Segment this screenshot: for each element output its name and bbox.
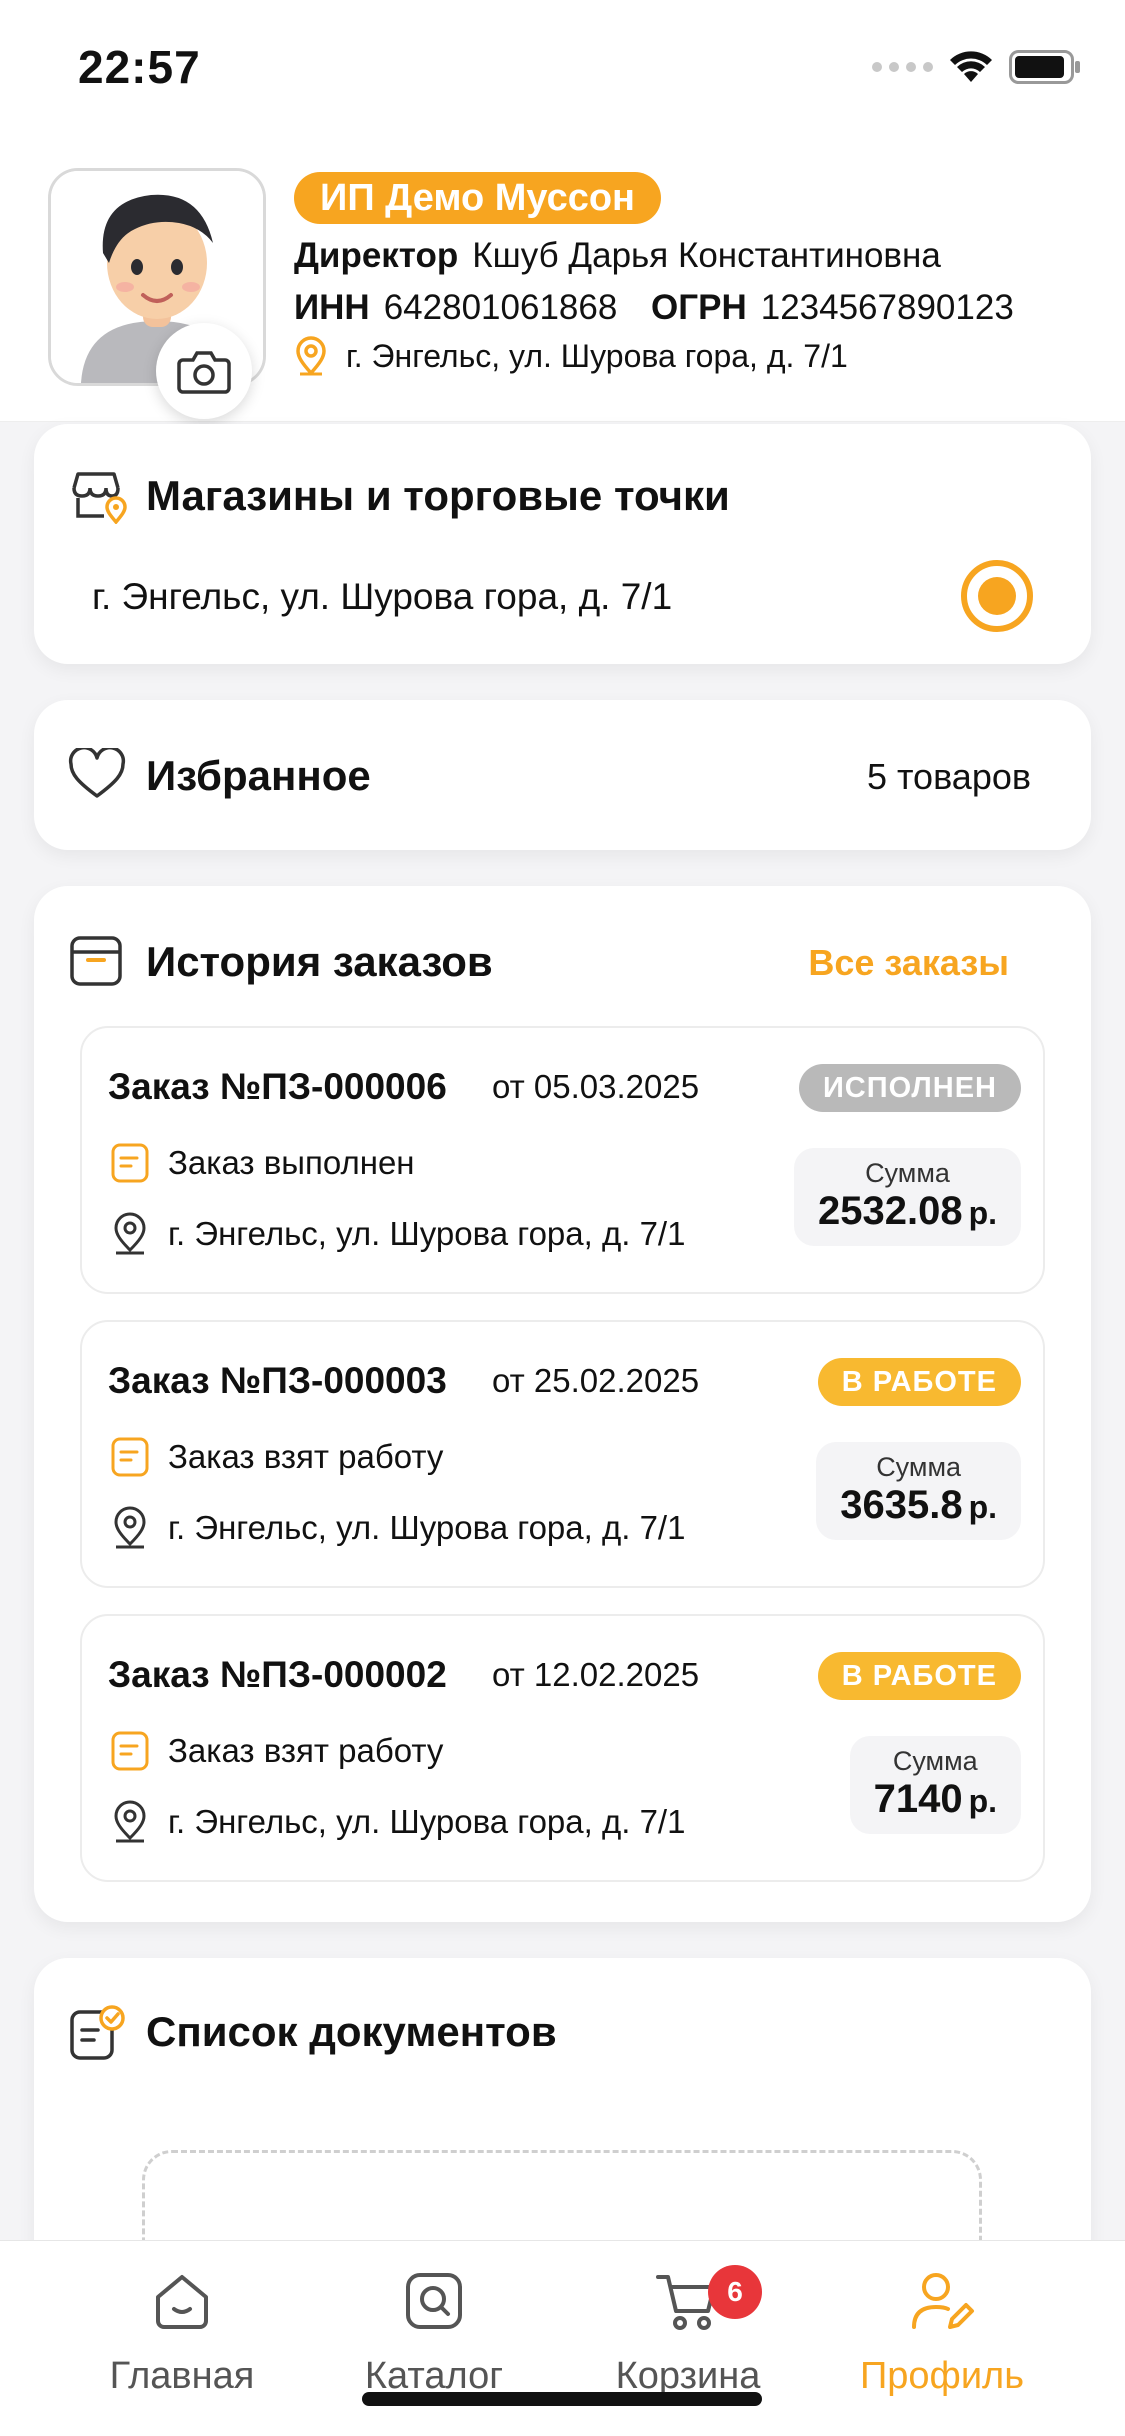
order-card[interactable]: Заказ №ПЗ-000002 от 12.02.2025 В РАБОТЕ … — [80, 1614, 1045, 1882]
sum-value: 3635.8 — [840, 1483, 963, 1527]
order-status-badge: В РАБОТЕ — [817, 1652, 1021, 1700]
sum-currency: р. — [968, 1489, 997, 1525]
favorites-card[interactable]: Избранное 5 товаров — [34, 700, 1091, 850]
sum-label: Сумма — [876, 1452, 962, 1482]
order-address-text: г. Энгельс, ул. Шурова гора, д. 7/1 — [168, 1803, 686, 1840]
heart-icon — [68, 748, 126, 798]
order-sum: Сумма 3635.8 р. — [816, 1442, 1021, 1540]
order-number: Заказ №ПЗ-000003 — [108, 1360, 447, 1401]
cellular-signal-icon — [872, 62, 933, 72]
order-status-row: Заказ взят работу — [110, 1436, 443, 1478]
order-sum: Сумма 2532.08 р. — [793, 1148, 1021, 1246]
sum-currency: р. — [968, 1783, 997, 1819]
order-address-text: г. Энгельс, ул. Шурова гора, д. 7/1 — [168, 1215, 686, 1252]
shop-radio-selected[interactable] — [961, 560, 1033, 632]
order-date: от 05.03.2025 — [492, 1068, 700, 1105]
profile-address-text: г. Энгельс, ул. Шурова гора, д. 7/1 — [346, 337, 848, 374]
status-icons — [872, 50, 1081, 84]
director-name: Кшуб Дарья Константиновна — [472, 236, 941, 275]
status-time: 22:57 — [78, 41, 201, 93]
documents-title: Список документов — [146, 2008, 557, 2055]
catalog-search-icon — [406, 2273, 462, 2329]
all-orders-link[interactable]: Все заказы — [808, 942, 1009, 984]
favorites-count: 5 товаров — [866, 756, 1031, 797]
document-icon — [111, 1143, 149, 1183]
shops-card[interactable]: Магазины и торговые точки г. Энгельс, ул… — [34, 424, 1091, 664]
battery-icon — [1009, 50, 1081, 84]
cart-count-badge: 6 — [708, 2265, 762, 2319]
order-status-text: Заказ выполнен — [168, 1144, 415, 1181]
box-icon — [70, 936, 122, 986]
order-number: Заказ №ПЗ-000002 — [108, 1654, 447, 1695]
order-status-row: Заказ выполнен — [110, 1142, 415, 1184]
sum-label: Сумма — [865, 1158, 950, 1188]
change-photo-button[interactable] — [156, 323, 252, 419]
director-label: Директор — [294, 236, 459, 275]
tab-profile[interactable]: Профиль — [842, 2261, 1042, 2398]
wifi-icon — [949, 50, 993, 84]
org-name-badge: ИП Демо Муссон — [294, 172, 662, 224]
order-status-badge: ИСПОЛНЕН — [798, 1064, 1021, 1112]
order-address-row: г. Энгельс, ул. Шурова гора, д. 7/1 — [110, 1800, 685, 1844]
bottom-tab-bar: Главная Каталог 6 Корзина Профиль — [0, 2240, 1125, 2436]
director-line: Директор Кшуб Дарья Константиновна — [294, 236, 941, 276]
sum-value: 2532.08 — [817, 1189, 963, 1233]
location-pin-icon — [114, 1800, 146, 1843]
inn-label: ИНН — [294, 288, 370, 327]
order-card[interactable]: Заказ №ПЗ-000003 от 25.02.2025 В РАБОТЕ … — [80, 1320, 1045, 1588]
home-icon — [156, 2275, 208, 2329]
tab-cart[interactable]: 6 Корзина — [588, 2261, 788, 2398]
tab-home[interactable]: Главная — [82, 2261, 282, 2398]
favorites-title: Избранное — [146, 752, 371, 799]
location-pin-icon — [114, 1212, 146, 1255]
home-indicator — [362, 2392, 762, 2406]
order-status-text: Заказ взят работу — [168, 1438, 444, 1475]
order-address-row: г. Энгельс, ул. Шурова гора, д. 7/1 — [110, 1212, 685, 1256]
shops-title: Магазины и торговые точки — [146, 472, 730, 519]
document-icon — [111, 1731, 149, 1771]
registration-line: ИНН 642801061868 ОГРН 1234567890123 — [294, 288, 1014, 328]
location-pin-icon — [114, 1506, 146, 1549]
sum-currency: р. — [968, 1195, 997, 1231]
order-card[interactable]: Заказ №ПЗ-000006 от 05.03.2025 ИСПОЛНЕН … — [80, 1026, 1045, 1294]
profile-header: ИП Демо Муссон Директор Кшуб Дарья Конста… — [0, 140, 1125, 422]
order-status-row: Заказ взят работу — [110, 1730, 443, 1772]
orders-card: История заказов Все заказы Заказ №ПЗ-000… — [34, 886, 1091, 1922]
store-location-icon — [72, 472, 127, 524]
status-bar: 22:57 — [0, 0, 1125, 140]
tab-home-label: Главная — [109, 2355, 255, 2397]
profile-address: г. Энгельс, ул. Шурова гора, д. 7/1 — [294, 336, 848, 376]
order-address-text: г. Энгельс, ул. Шурова гора, д. 7/1 — [168, 1509, 686, 1546]
order-sum: Сумма 7140 р. — [849, 1736, 1021, 1834]
sum-label: Сумма — [892, 1746, 978, 1776]
order-date: от 12.02.2025 — [492, 1656, 700, 1693]
order-date: от 25.02.2025 — [492, 1362, 700, 1399]
order-status-badge: В РАБОТЕ — [817, 1358, 1021, 1406]
order-address-row: г. Энгельс, ул. Шурова гора, д. 7/1 — [110, 1506, 685, 1550]
orders-title: История заказов — [146, 938, 493, 985]
location-pin-icon — [296, 336, 326, 376]
tab-profile-label: Профиль — [859, 2355, 1025, 2397]
profile-edit-icon — [912, 2273, 974, 2329]
ogrn-label: ОГРН — [651, 288, 747, 327]
camera-icon — [177, 351, 231, 394]
sum-value: 7140 — [873, 1777, 963, 1821]
ogrn-value: 1234567890123 — [760, 288, 1014, 327]
shop-address: г. Энгельс, ул. Шурова гора, д. 7/1 — [92, 576, 673, 617]
order-status-text: Заказ взят работу — [168, 1732, 444, 1769]
document-check-icon — [70, 2005, 125, 2060]
profile-screen: 22:57 ИП Демо Муссон Директор Кшуб Дарья… — [0, 0, 1125, 2436]
document-icon — [111, 1437, 149, 1477]
order-number: Заказ №ПЗ-000006 — [108, 1066, 447, 1107]
tab-catalog[interactable]: Каталог — [334, 2261, 534, 2398]
inn-value: 642801061868 — [383, 288, 618, 327]
